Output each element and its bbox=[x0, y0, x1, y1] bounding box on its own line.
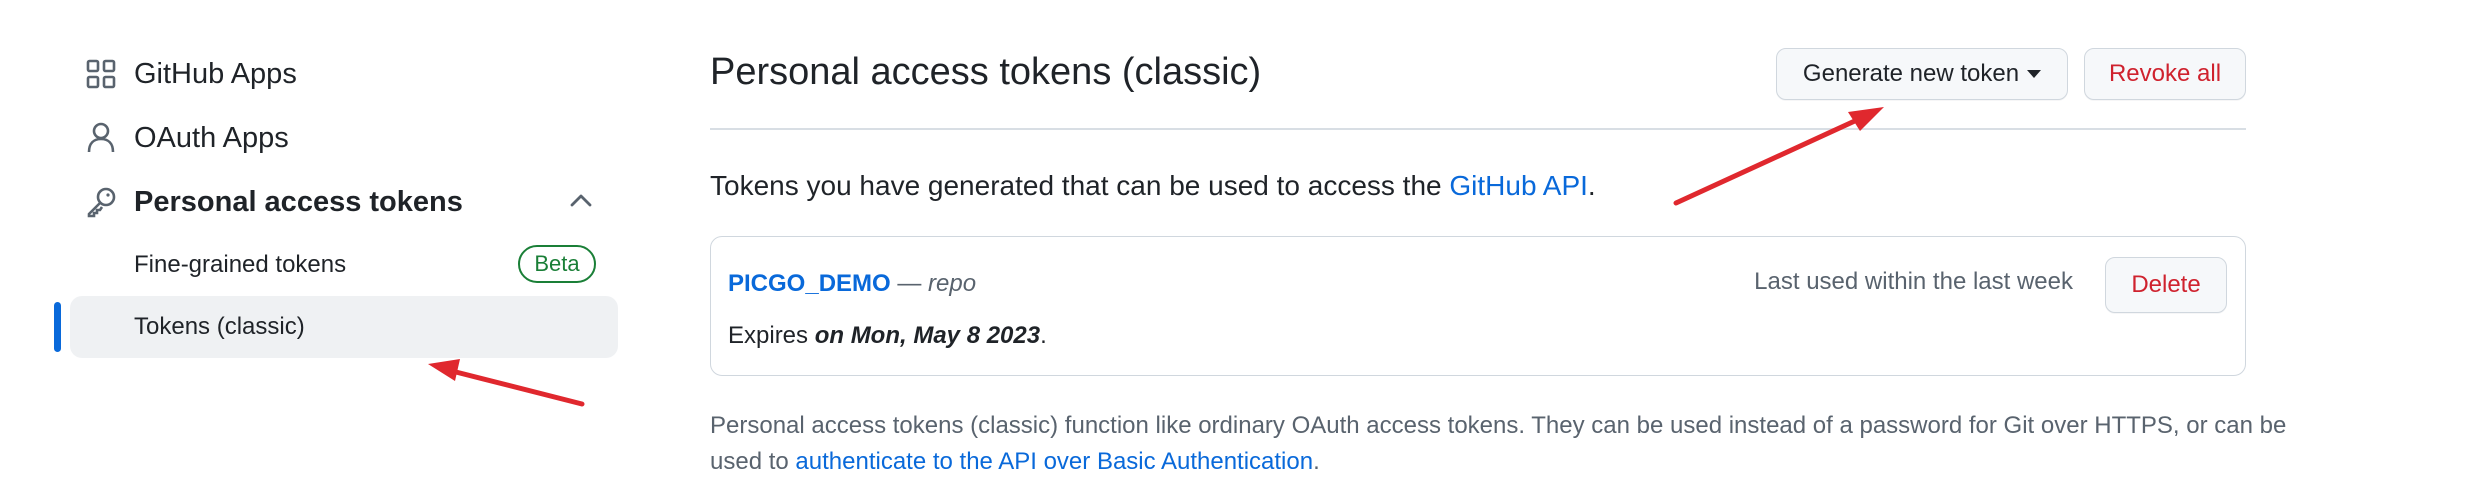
arrow-to-generate-button bbox=[1673, 107, 1884, 206]
arrow-to-tokens-classic bbox=[428, 359, 585, 407]
annotation-arrows bbox=[428, 107, 1884, 407]
